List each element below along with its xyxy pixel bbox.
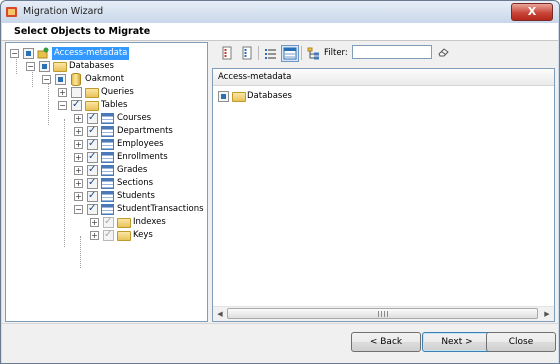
expand-icon[interactable]: + <box>90 218 99 227</box>
tree-checkbox[interactable] <box>39 61 50 72</box>
filter-label: Filter: <box>324 48 348 58</box>
tree-connector <box>64 119 65 247</box>
close-button[interactable]: Close <box>486 332 556 352</box>
tree-node-label: Courses <box>117 113 152 123</box>
tree-node-label: Enrollments <box>117 152 168 162</box>
collapse-icon[interactable]: − <box>58 101 67 110</box>
tree-checkbox[interactable] <box>87 163 98 176</box>
tree-structure-icon[interactable] <box>305 45 323 62</box>
collapse-icon[interactable]: − <box>10 49 19 58</box>
expand-icon[interactable]: + <box>74 140 83 149</box>
table-icon <box>101 113 114 124</box>
tree-checkbox[interactable] <box>55 74 66 85</box>
tree-checkbox[interactable] <box>87 189 98 202</box>
expand-icon[interactable]: + <box>90 231 99 240</box>
scrollbar-grip <box>378 311 388 317</box>
expand-icon[interactable]: + <box>74 114 83 123</box>
tree-node-label: Indexes <box>133 217 166 227</box>
window-title: Migration Wizard <box>23 6 104 17</box>
expand-icon[interactable]: + <box>74 127 83 136</box>
scroll-right-icon[interactable]: ▶ <box>541 308 553 320</box>
filter-input[interactable] <box>352 45 432 59</box>
table-icon <box>101 191 114 202</box>
tree-node-label: Oakmont <box>85 74 125 84</box>
clear-filter-icon[interactable] <box>438 47 449 57</box>
toolbar-separator <box>301 46 302 60</box>
tree-checkbox[interactable] <box>87 202 98 215</box>
tree-checkbox[interactable] <box>87 137 98 150</box>
tree-node-label: Students <box>117 191 155 201</box>
tree-node-label: Grades <box>117 165 148 175</box>
toolbar-separator <box>258 46 259 60</box>
database-icon <box>71 73 81 86</box>
tree-node-label: Access-metadata <box>52 47 130 60</box>
window-close-button[interactable]: X <box>511 3 553 21</box>
folder-icon <box>232 92 246 102</box>
expand-icon[interactable]: + <box>74 153 83 162</box>
column-header[interactable]: Access-metadata <box>213 69 554 86</box>
collapse-icon[interactable]: − <box>26 62 35 71</box>
tree-checkbox[interactable] <box>103 215 114 228</box>
tree-node-label: Queries <box>101 87 134 97</box>
table-icon <box>101 126 114 137</box>
collapse-icon[interactable]: − <box>42 75 51 84</box>
tree-node-label: Employees <box>117 139 164 149</box>
tree-node-label: Databases <box>69 61 114 71</box>
app-icon <box>6 7 17 17</box>
page-title: Select Objects to Migrate <box>14 26 151 37</box>
details-toolbar: Filter: <box>212 42 555 64</box>
expand-icon[interactable]: + <box>58 88 67 97</box>
folder-icon <box>117 231 131 241</box>
wizard-header: Select Objects to Migrate <box>2 23 558 41</box>
tree-checkbox[interactable] <box>71 98 82 111</box>
scroll-left-icon[interactable]: ◀ <box>214 308 226 320</box>
migration-wizard-window: Migration Wizard X Select Objects to Mig… <box>0 0 560 364</box>
collapse-icon[interactable]: − <box>74 205 83 214</box>
back-button[interactable]: < Back <box>351 332 421 352</box>
tree-node-label: Sections <box>117 178 154 188</box>
wizard-client-area: Select Objects to Migrate − Access-metad… <box>2 23 558 363</box>
title-bar: Migration Wizard X <box>1 1 559 23</box>
folder-icon <box>85 88 99 98</box>
folder-icon <box>53 62 67 72</box>
tree-node-label: Tables <box>101 100 128 110</box>
object-tree[interactable]: − Access-metadata − Databases − Oakmont <box>5 42 208 322</box>
scrollbar-thumb[interactable] <box>227 308 538 319</box>
horizontal-scrollbar[interactable]: ◀ ▶ <box>213 306 554 321</box>
table-icon <box>101 204 114 215</box>
tree-checkbox[interactable] <box>87 111 98 124</box>
details-view-icon[interactable] <box>281 45 299 62</box>
uncheck-all-icon[interactable] <box>238 45 256 62</box>
tree-node-label: StudentTransactions <box>117 204 204 214</box>
tree-node-label: Departments <box>117 126 173 136</box>
table-icon <box>101 165 114 176</box>
next-button[interactable]: Next > <box>422 332 492 352</box>
table-icon <box>101 152 114 163</box>
check-all-icon[interactable] <box>218 45 236 62</box>
connection-icon <box>37 47 49 59</box>
expand-icon[interactable]: + <box>74 179 83 188</box>
table-icon <box>101 178 114 189</box>
tree-checkbox[interactable] <box>87 150 98 163</box>
list-view-icon[interactable] <box>262 45 280 62</box>
folder-icon <box>85 101 99 111</box>
item-checkbox[interactable] <box>218 91 229 102</box>
tree-checkbox[interactable] <box>87 176 98 189</box>
tree-checkbox[interactable] <box>71 87 82 98</box>
column-header-label: Access-metadata <box>218 72 292 82</box>
wizard-footer: < Back Next > Close <box>2 323 558 363</box>
folder-icon <box>117 218 131 228</box>
tree-checkbox[interactable] <box>87 124 98 137</box>
tree-connector <box>48 80 49 125</box>
expand-icon[interactable]: + <box>74 192 83 201</box>
tree-checkbox[interactable] <box>23 48 34 59</box>
tree-connector <box>80 236 81 268</box>
table-icon <box>101 139 114 150</box>
tree-checkbox[interactable] <box>103 228 114 241</box>
tree-node-label: Keys <box>133 230 153 240</box>
expand-icon[interactable]: + <box>74 166 83 175</box>
details-item-label: Databases <box>247 91 292 101</box>
details-pane[interactable]: Access-metadata Databases ◀ ▶ <box>212 68 555 322</box>
